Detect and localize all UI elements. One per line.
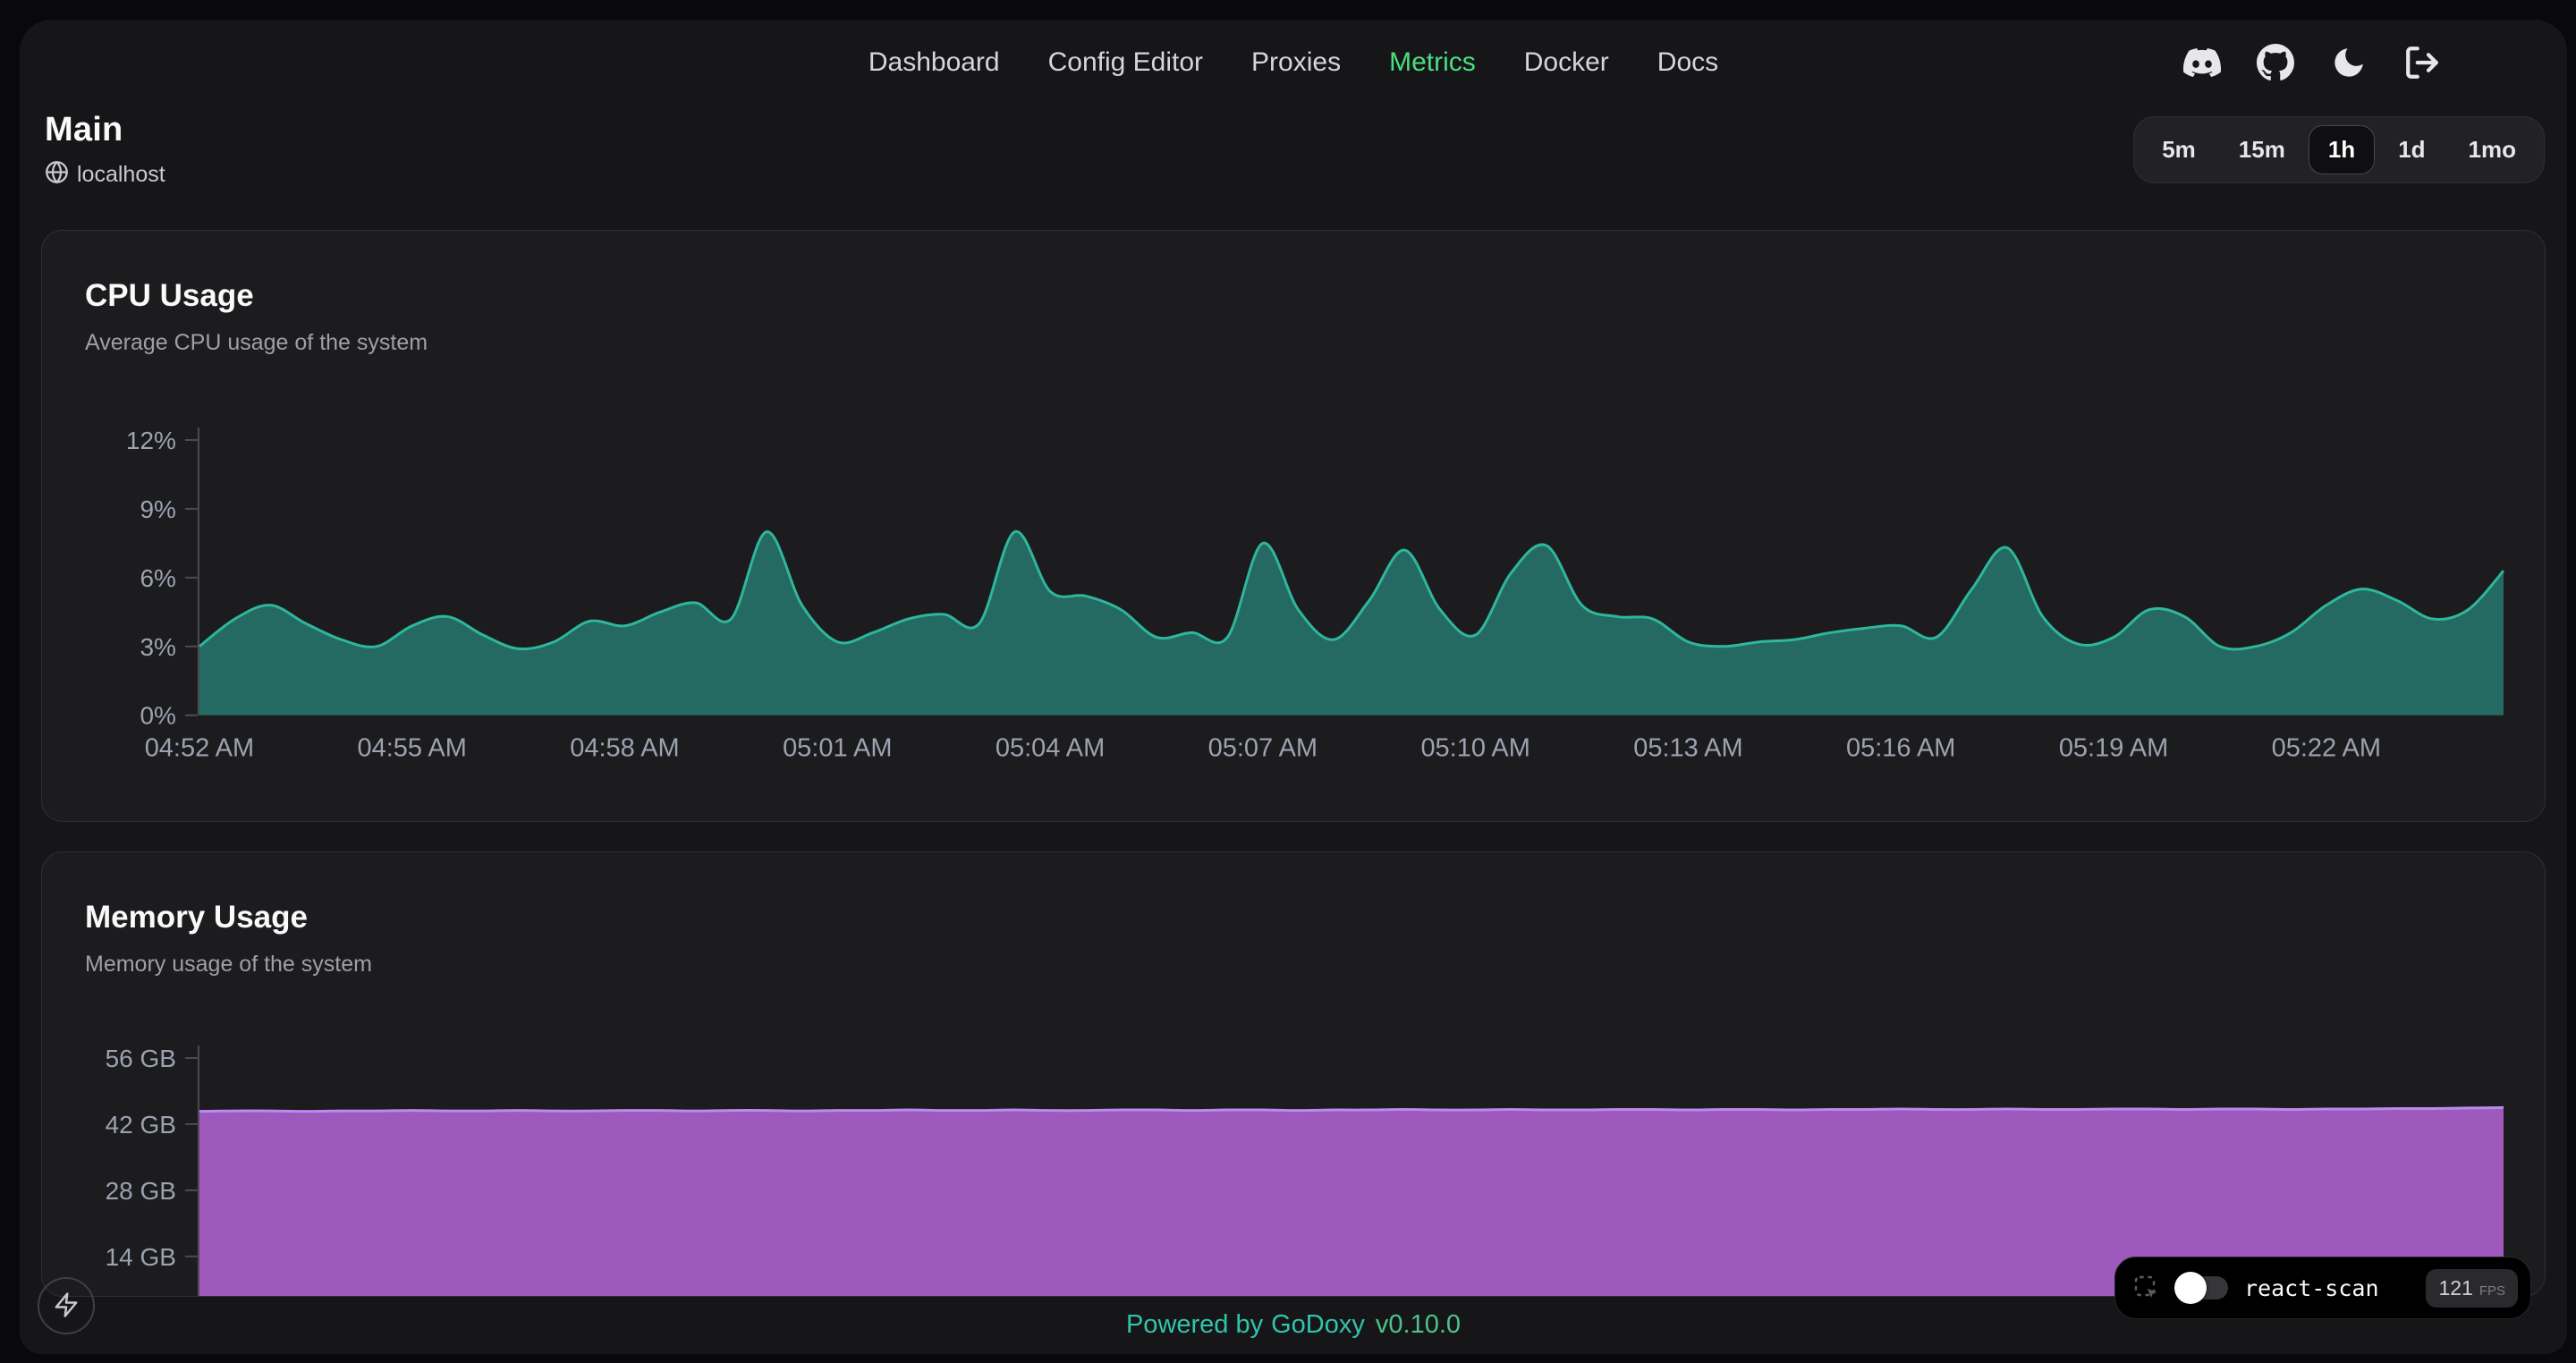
cpu-chart-title: CPU Usage [42,277,2545,315]
react-scan-label: react-scan [2244,1275,2379,1301]
fps-unit: FPS [2479,1283,2505,1299]
nav-item-proxies[interactable]: Proxies [1251,47,1341,78]
svg-text:05:19 AM: 05:19 AM [2059,734,2168,763]
svg-text:6%: 6% [140,564,175,592]
svg-text:28 GB: 28 GB [106,1177,176,1205]
memory-usage-card: Memory Usage Memory usage of the system … [41,851,2546,1298]
top-bar: Dashboard Config Editor Proxies Metrics … [20,20,2567,106]
main-nav: Dashboard Config Editor Proxies Metrics … [869,47,1718,78]
logout-icon[interactable] [2402,43,2442,82]
toggle-knob [2174,1272,2207,1304]
svg-text:05:16 AM: 05:16 AM [1846,734,1955,763]
title-block: Main localhost [45,111,165,189]
powered-by-text: Powered by [1126,1310,1263,1339]
svg-text:9%: 9% [140,495,175,523]
svg-text:56 GB: 56 GB [106,1045,176,1072]
range-1mo[interactable]: 1mo [2449,125,2536,174]
react-scan-toggle[interactable] [2178,1276,2228,1300]
svg-text:05:07 AM: 05:07 AM [1208,734,1318,763]
globe-icon [45,160,69,189]
range-1h[interactable]: 1h [2309,125,2375,174]
svg-text:05:22 AM: 05:22 AM [2272,734,2381,763]
svg-text:14 GB: 14 GB [106,1242,176,1270]
svg-text:0%: 0% [140,702,175,730]
svg-text:04:55 AM: 04:55 AM [357,734,466,763]
range-1d[interactable]: 1d [2378,125,2445,174]
nav-item-docker[interactable]: Docker [1524,47,1609,78]
time-range-picker: 5m 15m 1h 1d 1mo [2133,116,2545,183]
discord-icon[interactable] [2182,43,2222,82]
host-label: localhost [77,162,165,188]
page-head: Main localhost 5m 15m 1h 1d 1mo [20,106,2567,189]
quick-actions-button[interactable] [38,1277,95,1334]
page-title: Main [45,111,165,149]
cpu-chart-svg: 0% 3% 6% 9% 12% 04:52 AM 04:55 AM 04:58 AM 05:01… [42,415,2545,791]
fps-value: 121 [2438,1276,2472,1300]
range-15m[interactable]: 15m [2219,125,2305,174]
toolbar-icons [2182,43,2442,82]
svg-text:42 GB: 42 GB [106,1111,176,1139]
svg-text:3%: 3% [140,633,175,661]
github-icon[interactable] [2256,43,2295,82]
fps-badge: 121 FPS [2426,1269,2518,1308]
host-row: localhost [45,160,165,189]
app-window: Dashboard Config Editor Proxies Metrics … [20,20,2567,1354]
range-5m[interactable]: 5m [2142,125,2216,174]
svg-text:04:58 AM: 04:58 AM [570,734,679,763]
svg-text:05:01 AM: 05:01 AM [783,734,892,763]
version-text: v0.10.0 [1376,1310,1461,1339]
svg-text:05:10 AM: 05:10 AM [1420,734,1530,763]
godoxy-link[interactable]: GoDoxy [1271,1310,1365,1339]
lightning-icon [53,1291,80,1321]
svg-text:05:04 AM: 05:04 AM [996,734,1105,763]
theme-toggle-icon[interactable] [2329,43,2368,82]
svg-text:05:13 AM: 05:13 AM [1633,734,1742,763]
inspect-icon[interactable] [2131,1273,2162,1303]
nav-item-config-editor[interactable]: Config Editor [1048,47,1203,78]
nav-item-docs[interactable]: Docs [1657,47,1718,78]
react-scan-toolbar: react-scan 121 FPS [2114,1257,2531,1319]
nav-item-dashboard[interactable]: Dashboard [869,47,1000,78]
cpu-chart-subtitle: Average CPU usage of the system [42,329,2545,356]
cpu-usage-card: CPU Usage Average CPU usage of the syste… [41,230,2546,822]
svg-text:12%: 12% [126,427,176,454]
memory-chart-subtitle: Memory usage of the system [42,951,2545,978]
nav-item-metrics[interactable]: Metrics [1389,47,1476,78]
cpu-usage-chart[interactable]: 0% 3% 6% 9% 12% 04:52 AM 04:55 AM 04:58 AM 05:01… [42,415,2545,791]
svg-text:04:52 AM: 04:52 AM [145,734,254,763]
memory-chart-title: Memory Usage [42,899,2545,936]
